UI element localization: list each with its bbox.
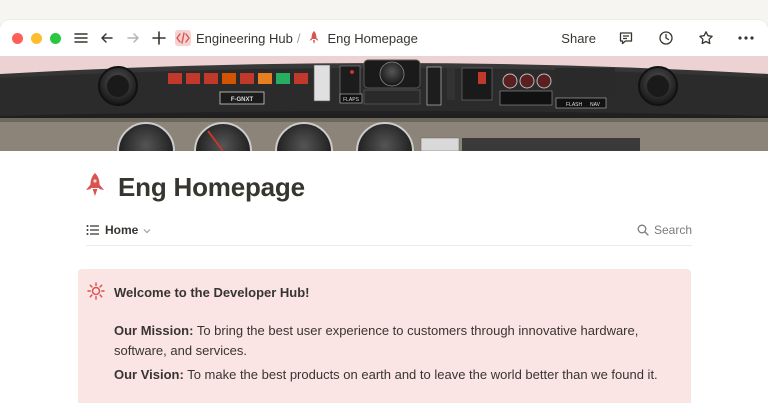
- zoom-window-button[interactable]: [50, 32, 61, 44]
- tail-number-label: F-GNXT: [231, 97, 254, 103]
- breadcrumb-current[interactable]: Eng Homepage: [327, 31, 417, 46]
- app-window: Engineering Hub / Eng Homepage Share F-G…: [0, 20, 768, 403]
- breadcrumb-parent-link[interactable]: Engineering Hub: [196, 31, 293, 46]
- sun-icon: [87, 282, 105, 305]
- mission-label: Our Mission:: [114, 323, 194, 338]
- comment-icon[interactable]: [616, 28, 636, 48]
- close-window-button[interactable]: [12, 32, 23, 44]
- forward-arrow-icon[interactable]: [123, 28, 143, 48]
- breadcrumb-separator: /: [296, 30, 301, 46]
- callout-heading: Welcome to the Developer Hub!: [114, 285, 310, 300]
- flash-label: FLASH: [566, 102, 583, 108]
- mission-text: To bring the best user experience to cus…: [193, 323, 639, 338]
- view-selector-home[interactable]: Home: [86, 223, 151, 237]
- more-options-icon[interactable]: [736, 28, 756, 48]
- breadcrumb: Engineering Hub / Eng Homepage: [175, 30, 418, 46]
- vision-text: To make the best products on earth and t…: [183, 367, 658, 382]
- search-label: Search: [653, 223, 692, 237]
- welcome-callout[interactable]: Welcome to the Developer Hub! Our Missio…: [78, 269, 691, 403]
- menu-icon[interactable]: [71, 28, 91, 48]
- new-page-plus-icon[interactable]: [149, 28, 169, 48]
- rocket-icon: [306, 30, 322, 46]
- rocket-icon[interactable]: [84, 172, 106, 203]
- mission-paragraph: Our Mission: To bring the best user expe…: [114, 321, 674, 361]
- window-controls: [12, 32, 61, 44]
- toolbar-right: Share: [561, 28, 756, 48]
- vision-paragraph: Our Vision: To make the best products on…: [114, 365, 674, 385]
- page-title[interactable]: Eng Homepage: [118, 172, 305, 203]
- cover-image[interactable]: F-GNXT FLAPS FLASH NAV: [0, 56, 768, 151]
- nav-label: NAV: [590, 102, 601, 108]
- chevron-down-icon: [143, 223, 151, 237]
- title-bar: Engineering Hub / Eng Homepage Share: [0, 20, 768, 56]
- flaps-label: FLAPS: [343, 97, 360, 103]
- search-icon: [637, 224, 649, 236]
- view-label: Home: [105, 223, 139, 237]
- history-clock-icon[interactable]: [656, 28, 676, 48]
- search-button[interactable]: Search: [637, 223, 692, 237]
- minimize-window-button[interactable]: [31, 32, 42, 44]
- list-icon: [86, 225, 99, 235]
- database-view-bar: Home Search: [86, 215, 692, 246]
- page-header: Eng Homepage: [84, 172, 305, 203]
- mission-text-continued: software, and services.: [114, 343, 247, 358]
- code-icon: [175, 30, 191, 46]
- vision-label: Our Vision:: [114, 367, 184, 382]
- back-arrow-icon[interactable]: [97, 28, 117, 48]
- share-button[interactable]: Share: [561, 31, 596, 46]
- favorite-star-icon[interactable]: [696, 28, 716, 48]
